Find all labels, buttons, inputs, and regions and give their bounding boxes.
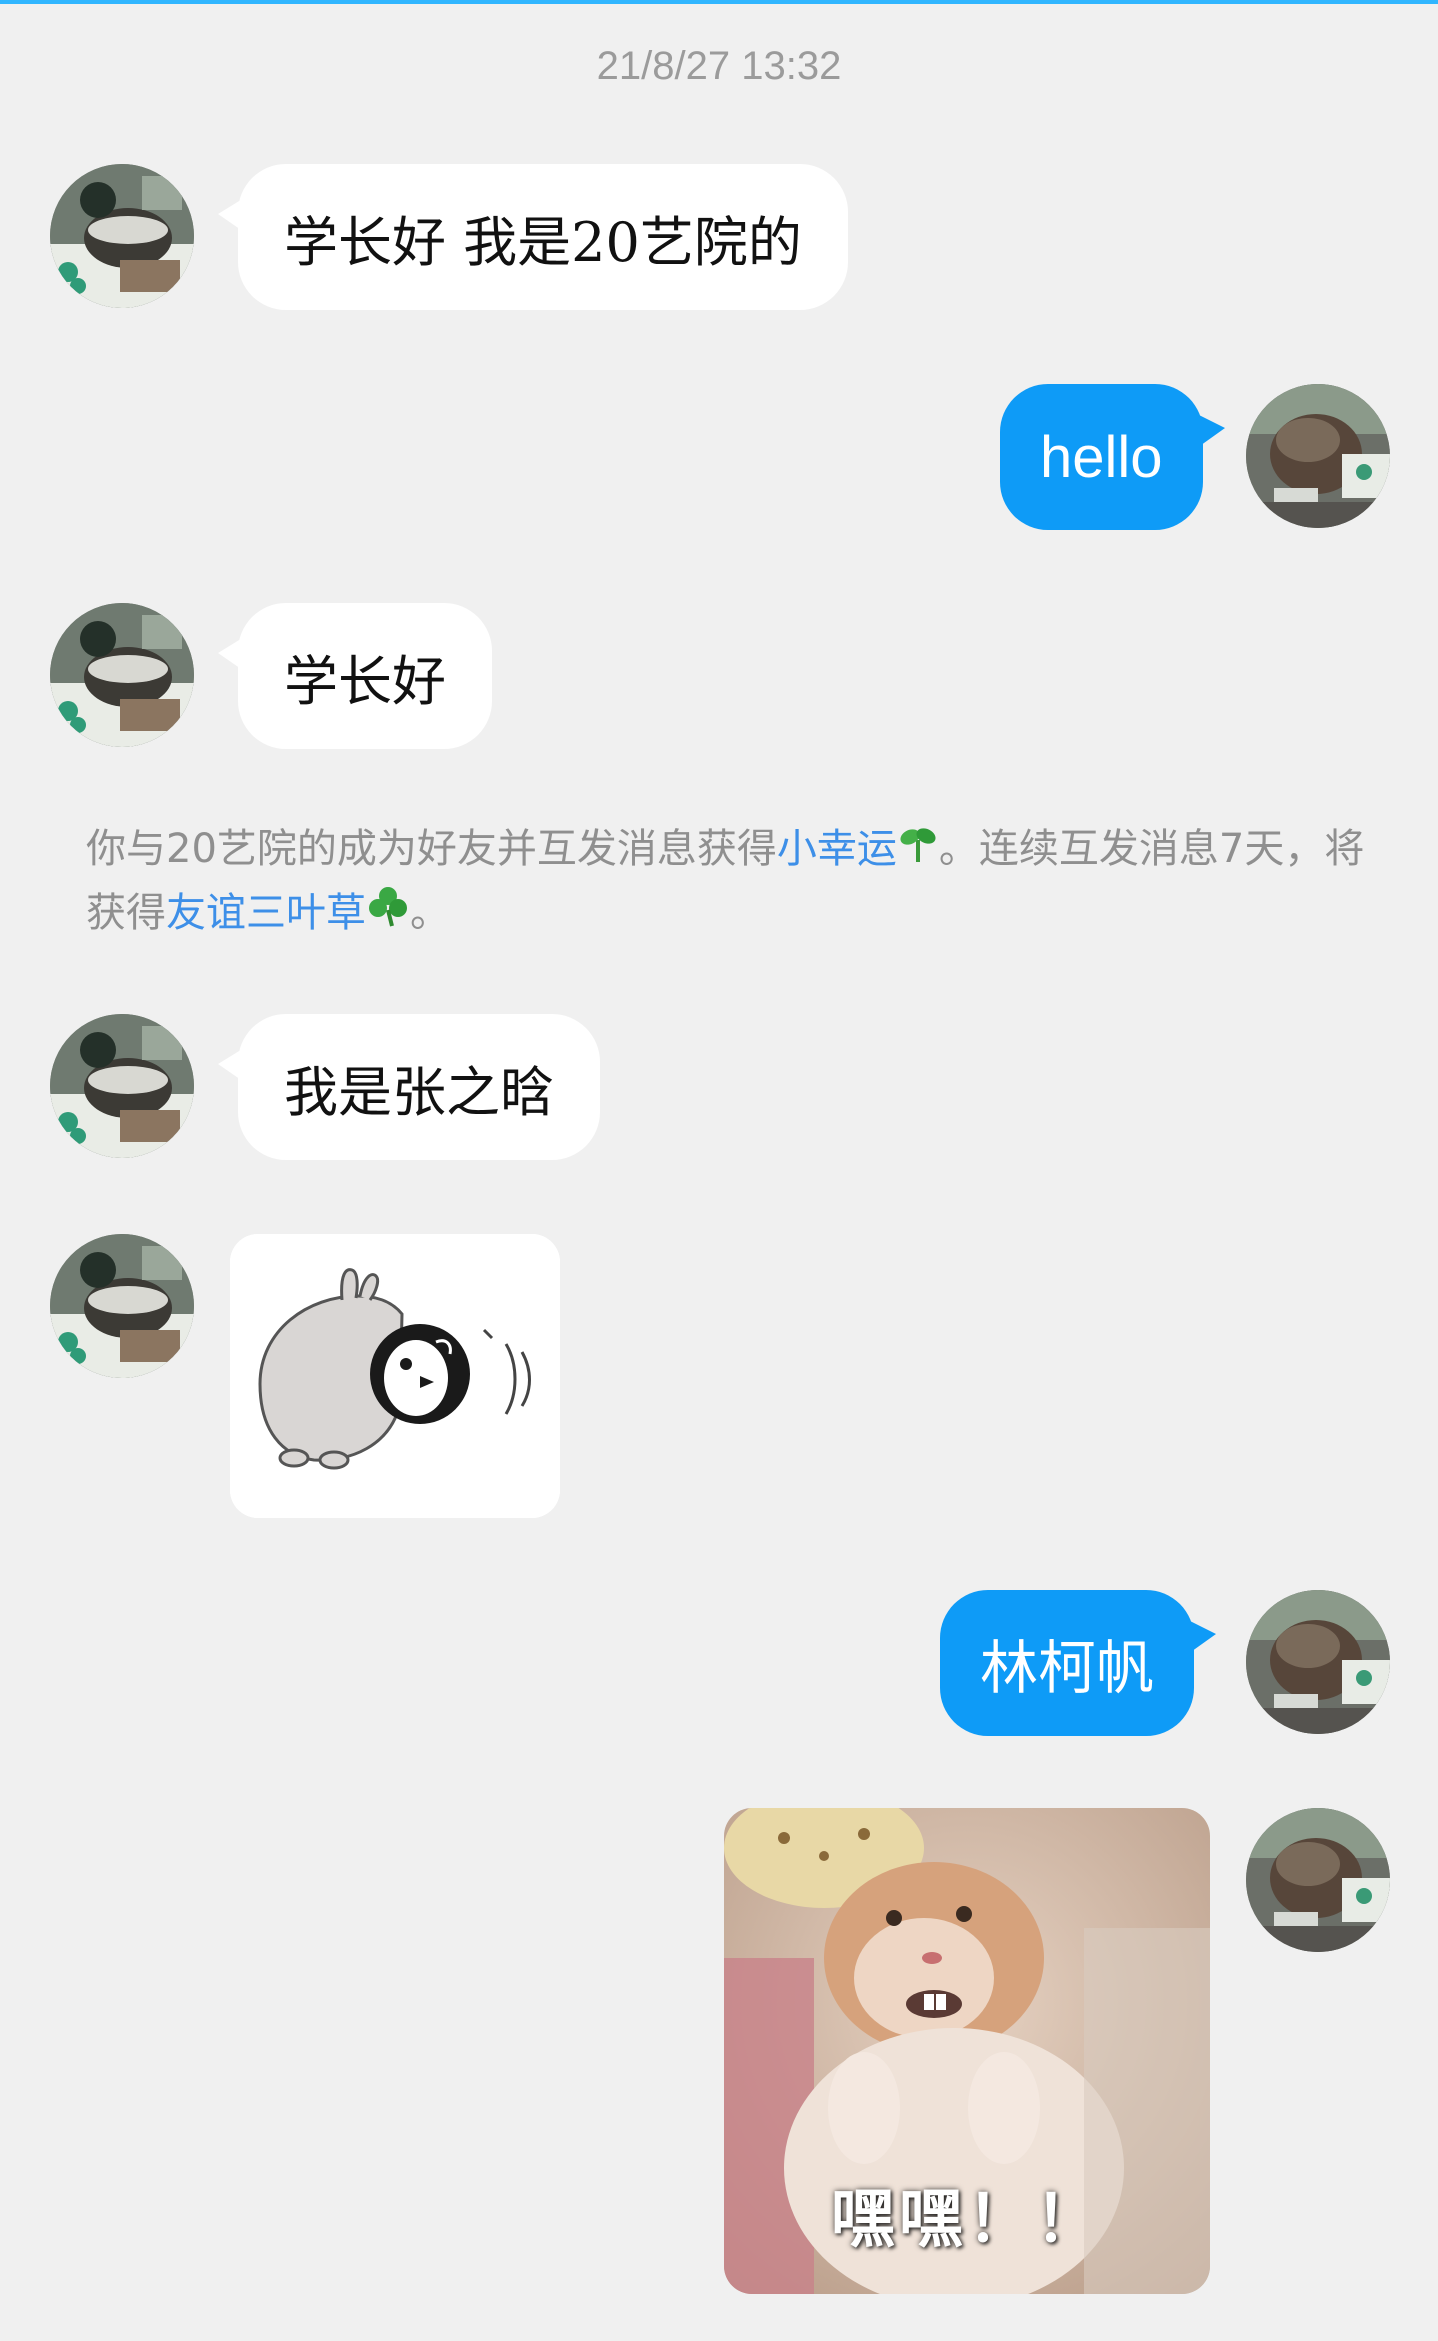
message-text: hello bbox=[1040, 424, 1163, 490]
lucky-link[interactable]: 小幸运 bbox=[777, 826, 897, 872]
clover-icon bbox=[366, 884, 410, 946]
my-avatar[interactable] bbox=[1246, 1808, 1390, 1952]
hamster-sticker[interactable]: 嘿嘿！！ bbox=[724, 1808, 1210, 2294]
message-text: 学长好 我是20艺院的 bbox=[284, 210, 802, 274]
sticker-caption: 嘿嘿！！ bbox=[831, 2183, 1103, 2257]
message-text: 学长好 bbox=[284, 649, 446, 713]
my-avatar[interactable] bbox=[1246, 1590, 1390, 1734]
message-bubble-incoming[interactable]: 学长好 我是20艺院的 bbox=[218, 164, 848, 310]
bubble-tail bbox=[218, 637, 244, 671]
contact-avatar[interactable] bbox=[50, 1234, 194, 1378]
notice-text: 你与20艺院的成为好友并互发消息获得 bbox=[86, 826, 777, 872]
bubble-tail bbox=[218, 198, 244, 232]
message-timestamp: 21/8/27 13:32 bbox=[596, 44, 842, 88]
friendship-clover-link[interactable]: 友谊三叶草 bbox=[166, 890, 366, 936]
penguin-bunny-sticker[interactable] bbox=[230, 1234, 560, 1518]
message-bubble-outgoing[interactable]: 林柯帆 bbox=[940, 1590, 1217, 1736]
contact-avatar[interactable] bbox=[50, 1014, 194, 1158]
contact-avatar[interactable] bbox=[50, 603, 194, 747]
bubble-tail bbox=[1188, 1620, 1217, 1654]
message-text: 我是张之晗 bbox=[284, 1060, 554, 1124]
sprout-icon bbox=[897, 820, 939, 882]
bubble-tail bbox=[1196, 414, 1225, 448]
message-bubble-incoming[interactable]: 学长好 bbox=[218, 603, 492, 749]
notice-text: 。 bbox=[410, 890, 450, 936]
bubble-tail bbox=[218, 1048, 244, 1082]
message-text: 林柯帆 bbox=[980, 1636, 1155, 1701]
top-accent-bar bbox=[0, 0, 1438, 4]
my-avatar[interactable] bbox=[1246, 384, 1390, 528]
message-bubble-incoming[interactable]: 我是张之晗 bbox=[218, 1014, 600, 1160]
message-bubble-outgoing[interactable]: hello bbox=[1000, 384, 1225, 530]
contact-avatar[interactable] bbox=[50, 164, 194, 308]
friendship-system-notice: 你与20艺院的成为好友并互发消息获得小幸运 。连续互发消息7天，将获得友谊三叶草。 bbox=[86, 818, 1366, 946]
